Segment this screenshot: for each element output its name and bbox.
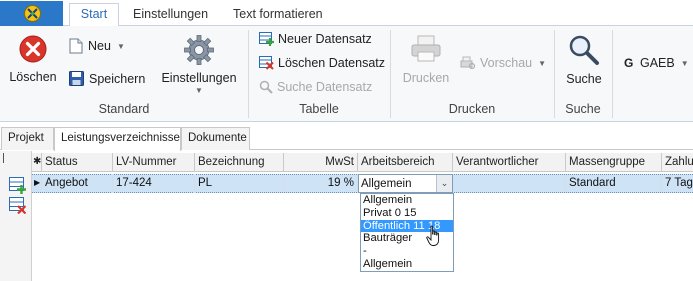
neu-label: Neu bbox=[88, 39, 111, 53]
vorschau-label: Vorschau bbox=[480, 56, 533, 70]
splitter-handle[interactable] bbox=[3, 153, 4, 163]
suche-label: Suche bbox=[566, 72, 602, 86]
cell-verantwortlicher[interactable] bbox=[453, 174, 566, 193]
column-header-zahlung[interactable]: Zahlu bbox=[662, 153, 693, 172]
neu-button[interactable]: Neu ▼ bbox=[69, 38, 125, 54]
side-toolbar bbox=[0, 151, 32, 281]
chevron-down-icon: ▼ bbox=[538, 58, 547, 68]
new-document-icon bbox=[69, 38, 83, 54]
chevron-down-icon: ▼ bbox=[680, 58, 689, 68]
drucken-button[interactable]: Drucken bbox=[398, 34, 454, 85]
add-row-icon[interactable] bbox=[9, 177, 26, 194]
ribbon-tab-strip: Start Einstellungen Text formatieren bbox=[0, 0, 693, 27]
group-label-standard: Standard bbox=[98, 102, 150, 116]
search-icon bbox=[259, 80, 273, 94]
group-label-tabelle: Tabelle bbox=[299, 102, 339, 116]
column-header-verantwortlicher[interactable]: Verantwortlicher bbox=[453, 153, 566, 172]
dropdown-option-allgemein[interactable]: Allgemein bbox=[361, 194, 453, 207]
column-header-massengruppe[interactable]: Massengruppe bbox=[566, 153, 662, 172]
delete-icon bbox=[19, 35, 47, 63]
tab-dokumente[interactable]: Dokumente bbox=[181, 127, 250, 150]
document-tab-strip: Projekt Leistungsverzeichnisse Dokumente bbox=[0, 124, 693, 151]
suche-datensatz-label: Suche Datensatz bbox=[277, 80, 373, 94]
hand-cursor-icon bbox=[426, 225, 440, 246]
speichern-label: Speichern bbox=[89, 71, 146, 86]
save-icon bbox=[69, 71, 84, 86]
printer-icon bbox=[411, 35, 441, 62]
row-indicator-arrow-icon: ▶ bbox=[32, 174, 42, 193]
column-header-bezeichnung[interactable]: Bezeichnung bbox=[195, 153, 284, 172]
einstellungen-label: Einstellungen bbox=[161, 71, 237, 85]
tab-start[interactable]: Start bbox=[69, 3, 119, 27]
add-record-icon bbox=[259, 32, 274, 46]
cell-lv-nummer[interactable]: 17-424 bbox=[113, 174, 195, 193]
dropdown-option-allgemein-2[interactable]: Allgemein bbox=[361, 258, 453, 271]
ribbon: Löschen Neu ▼ Speichern Einstellungen ▼ … bbox=[0, 26, 693, 122]
loeschen-datensatz-button[interactable]: Löschen Datensatz bbox=[259, 56, 385, 70]
column-header-mwst[interactable]: MwSt bbox=[284, 153, 358, 172]
suche-datensatz-button[interactable]: Suche Datensatz bbox=[259, 80, 372, 94]
loeschen-datensatz-label: Löschen Datensatz bbox=[278, 56, 386, 70]
magnifier-icon bbox=[569, 35, 599, 65]
gaeb-icon: G bbox=[624, 56, 634, 70]
delete-record-icon bbox=[259, 56, 274, 70]
group-separator bbox=[612, 30, 613, 118]
cell-status[interactable]: Angebot bbox=[42, 174, 113, 193]
row-indicator-header: ✱ bbox=[32, 153, 42, 172]
tab-leistungsverzeichnisse[interactable]: Leistungsverzeichnisse bbox=[54, 127, 181, 151]
neuer-datensatz-button[interactable]: Neuer Datensatz bbox=[259, 32, 372, 46]
column-header-lv-nummer[interactable]: LV-Nummer bbox=[113, 153, 195, 172]
tab-text-formatieren[interactable]: Text formatieren bbox=[227, 4, 329, 26]
loeschen-label: Löschen bbox=[9, 70, 57, 84]
cell-mwst[interactable]: 19 % bbox=[284, 174, 358, 193]
loeschen-button[interactable]: Löschen bbox=[8, 34, 58, 84]
print-preview-icon bbox=[460, 56, 476, 70]
cell-zahlung[interactable]: 7 Tag bbox=[662, 174, 693, 193]
chevron-down-icon: ▼ bbox=[116, 41, 125, 51]
gaeb-button[interactable]: G GAEB ▼ bbox=[624, 56, 689, 70]
arbeitsbereich-combobox[interactable]: Allgemein ⌄ bbox=[358, 174, 453, 193]
chevron-down-icon: ▼ bbox=[195, 86, 203, 95]
delete-row-icon[interactable] bbox=[9, 197, 26, 214]
dropdown-option-separator[interactable]: - bbox=[361, 245, 453, 258]
gaeb-label: GAEB bbox=[640, 56, 675, 70]
tab-einstellungen[interactable]: Einstellungen bbox=[127, 4, 214, 26]
einstellungen-button[interactable]: Einstellungen ▼ bbox=[161, 34, 237, 95]
application-menu-button[interactable] bbox=[0, 1, 63, 26]
drucken-label: Drucken bbox=[402, 71, 450, 85]
cell-bezeichnung[interactable]: PL bbox=[195, 174, 284, 193]
tab-projekt[interactable]: Projekt bbox=[1, 127, 54, 150]
group-label-suche: Suche bbox=[565, 102, 601, 116]
gear-icon bbox=[184, 35, 214, 65]
cell-massengruppe[interactable]: Standard bbox=[566, 174, 662, 193]
dropdown-option-privat[interactable]: Privat 0 15 bbox=[361, 207, 453, 220]
chevron-down-icon[interactable]: ⌄ bbox=[436, 175, 452, 192]
column-header-status[interactable]: Status bbox=[42, 153, 113, 172]
vorschau-button[interactable]: Vorschau ▼ bbox=[460, 56, 546, 70]
speichern-button[interactable]: Speichern bbox=[69, 71, 145, 86]
neuer-datensatz-label: Neuer Datensatz bbox=[278, 32, 372, 46]
group-label-drucken: Drucken bbox=[448, 102, 496, 116]
column-header-arbeitsbereich[interactable]: Arbeitsbereich bbox=[358, 153, 453, 172]
arbeitsbereich-value: Allgemein bbox=[361, 178, 412, 190]
app-logo-icon bbox=[24, 5, 41, 22]
suche-button[interactable]: Suche bbox=[561, 34, 607, 86]
